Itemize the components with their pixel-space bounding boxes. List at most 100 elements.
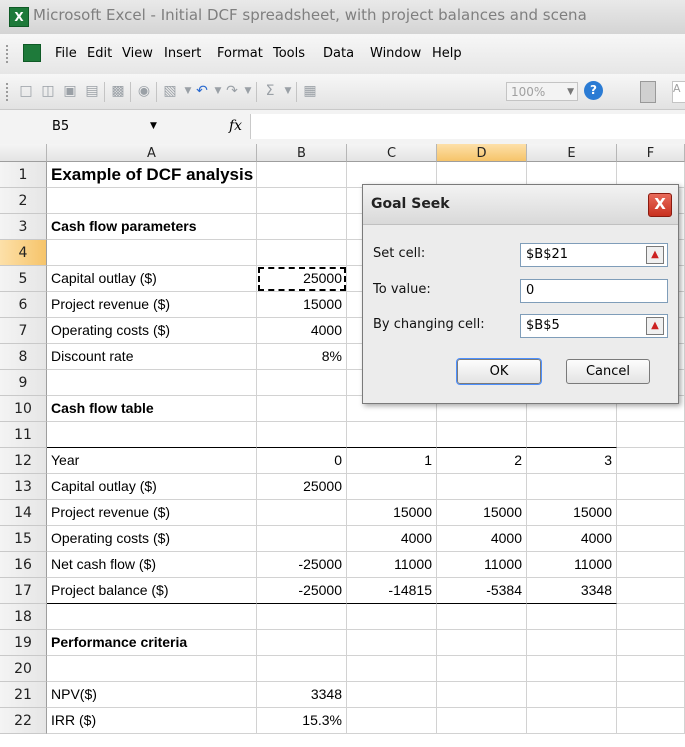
cell-a3[interactable]: Cash flow parameters (47, 214, 257, 240)
close-icon[interactable]: X (648, 193, 672, 217)
chevron-down-icon[interactable]: ▼ (567, 83, 574, 102)
cell-a8[interactable]: Discount rate (47, 344, 257, 370)
cell-b5[interactable]: 25000 (257, 266, 347, 292)
cell-b16[interactable]: -25000 (257, 552, 347, 578)
cell-a17[interactable]: Project balance ($) (47, 578, 257, 604)
cell-c15[interactable]: 4000 (347, 526, 437, 552)
cell-a18[interactable] (47, 604, 257, 630)
cell-b22[interactable]: 15.3% (257, 708, 347, 734)
cell-e22[interactable] (527, 708, 617, 734)
cell-d22[interactable] (437, 708, 527, 734)
row-header[interactable]: 17 (0, 578, 47, 604)
cell-b3[interactable] (257, 214, 347, 240)
row-header[interactable]: 6 (0, 292, 47, 318)
cell-e16[interactable]: 11000 (527, 552, 617, 578)
formula-input[interactable] (250, 114, 685, 139)
paste-icon[interactable]: ▧ (162, 83, 178, 99)
toolbar-grip-icon[interactable] (6, 83, 11, 101)
cell-b14[interactable] (257, 500, 347, 526)
insert-function-icon[interactable]: fx (229, 114, 242, 139)
open-folder-icon[interactable]: ◫ (40, 83, 56, 99)
row-header[interactable]: 9 (0, 370, 47, 396)
save-icon[interactable]: ▣ (62, 83, 78, 99)
cell-f16[interactable] (617, 552, 685, 578)
column-header-f[interactable]: F (617, 144, 685, 162)
cell-b8[interactable]: 8% (257, 344, 347, 370)
cell-b18[interactable] (257, 604, 347, 630)
print-icon[interactable]: ▩ (110, 83, 126, 99)
row-header[interactable]: 7 (0, 318, 47, 344)
cell-e13[interactable] (527, 474, 617, 500)
goal-seek-titlebar[interactable]: Goal Seek X (363, 185, 678, 225)
document-icon[interactable] (23, 44, 41, 62)
column-header-d[interactable]: D (437, 144, 527, 162)
autosum-dropdown-icon[interactable]: ▼ (280, 83, 296, 99)
column-header-c[interactable]: C (347, 144, 437, 162)
help-icon[interactable]: ? (584, 81, 603, 100)
row-header[interactable]: 14 (0, 500, 47, 526)
excel-app-icon[interactable]: X (9, 7, 29, 27)
name-box[interactable]: B5 ▼ fx (20, 114, 250, 139)
cell-e20[interactable] (527, 656, 617, 682)
set-cell-field[interactable]: $B$21 ▲ (520, 243, 668, 267)
select-all-corner[interactable] (0, 144, 47, 162)
row-header[interactable]: 12 (0, 448, 47, 474)
cell-a2[interactable] (47, 188, 257, 214)
cell-f21[interactable] (617, 682, 685, 708)
menu-insert[interactable]: Insert (164, 46, 201, 61)
cell-b2[interactable] (257, 188, 347, 214)
cell-c12[interactable]: 1 (347, 448, 437, 474)
row-header[interactable]: 1 (0, 162, 47, 188)
cell-b20[interactable] (257, 656, 347, 682)
cell-b1[interactable] (257, 162, 347, 188)
to-value-field[interactable]: 0 (520, 279, 668, 303)
permission-icon[interactable]: ▤ (84, 83, 100, 99)
cell-a4[interactable] (47, 240, 257, 266)
cell-f19[interactable] (617, 630, 685, 656)
cell-a11[interactable] (47, 422, 257, 448)
cell-b9[interactable] (257, 370, 347, 396)
cell-b10[interactable] (257, 396, 347, 422)
cancel-button[interactable]: Cancel (566, 359, 650, 384)
cell-a9[interactable] (47, 370, 257, 396)
row-header[interactable]: 22 (0, 708, 47, 734)
cell-a14[interactable]: Project revenue ($) (47, 500, 257, 526)
cell-d17[interactable]: -5384 (437, 578, 527, 604)
menu-file[interactable]: File (55, 46, 77, 61)
cell-b13[interactable]: 25000 (257, 474, 347, 500)
cell-e14[interactable]: 15000 (527, 500, 617, 526)
cell-d13[interactable] (437, 474, 527, 500)
cell-b21[interactable]: 3348 (257, 682, 347, 708)
chart-wizard-icon[interactable]: ▦ (302, 83, 318, 99)
row-header[interactable]: 5 (0, 266, 47, 292)
cell-a22[interactable]: IRR ($) (47, 708, 257, 734)
cell-a10[interactable]: Cash flow table (47, 396, 257, 422)
row-header[interactable]: 20 (0, 656, 47, 682)
row-header[interactable]: 21 (0, 682, 47, 708)
cell-b12[interactable]: 0 (257, 448, 347, 474)
row-header[interactable]: 16 (0, 552, 47, 578)
column-header-a[interactable]: A (47, 144, 257, 162)
row-header[interactable]: 3 (0, 214, 47, 240)
row-header[interactable]: 18 (0, 604, 47, 630)
cell-c13[interactable] (347, 474, 437, 500)
collapse-dialog-icon[interactable]: ▲ (646, 317, 664, 335)
cell-a6[interactable]: Project revenue ($) (47, 292, 257, 318)
font-name-select[interactable]: A (672, 81, 685, 103)
cell-d15[interactable]: 4000 (437, 526, 527, 552)
cell-c19[interactable] (347, 630, 437, 656)
cell-a15[interactable]: Operating costs ($) (47, 526, 257, 552)
collapse-dialog-icon[interactable]: ▲ (646, 246, 664, 264)
cell-b4[interactable] (257, 240, 347, 266)
cell-f22[interactable] (617, 708, 685, 734)
cell-c21[interactable] (347, 682, 437, 708)
cell-c20[interactable] (347, 656, 437, 682)
menu-tools[interactable]: Tools (273, 46, 305, 61)
cell-f18[interactable] (617, 604, 685, 630)
zoom-select[interactable]: 100% ▼ (506, 82, 578, 101)
row-header[interactable]: 10 (0, 396, 47, 422)
cell-a7[interactable]: Operating costs ($) (47, 318, 257, 344)
cell-e19[interactable] (527, 630, 617, 656)
cell-a5[interactable]: Capital outlay ($) (47, 266, 257, 292)
cell-e15[interactable]: 4000 (527, 526, 617, 552)
